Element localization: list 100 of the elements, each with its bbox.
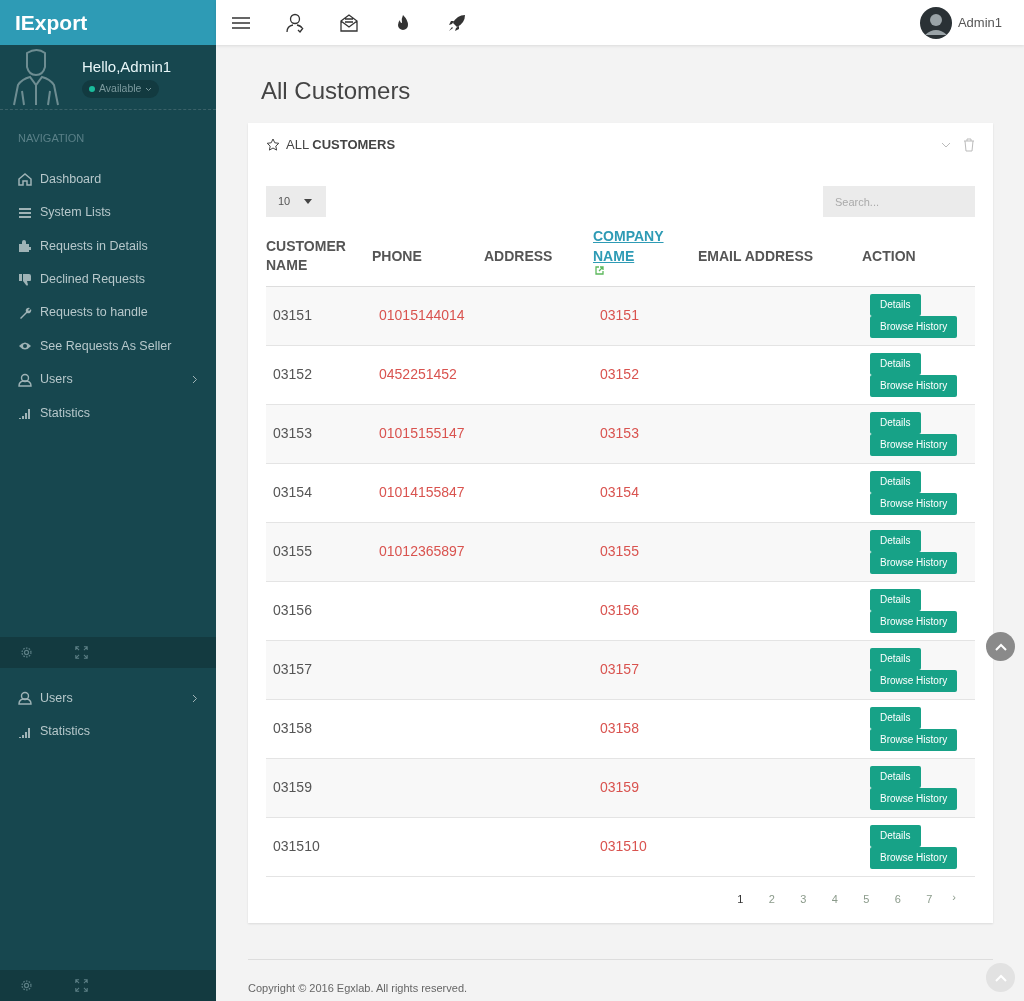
details-button[interactable]: Details: [870, 529, 921, 552]
wrench-icon: [18, 305, 32, 320]
table-cell: 01015144014: [379, 307, 465, 324]
nav-item[interactable]: System Lists: [0, 195, 216, 230]
page-link[interactable]: 5: [850, 890, 882, 908]
chevron-up-icon: [994, 642, 1007, 651]
table-cell: 01015155147: [379, 425, 465, 442]
nav-item[interactable]: See Requests As Seller: [0, 329, 216, 363]
page-title: All Customers: [260, 76, 412, 106]
column-header[interactable]: CUSTOMER NAME: [266, 236, 372, 276]
user-avatar-icon: [12, 47, 62, 107]
scroll-top-button[interactable]: [986, 632, 1015, 661]
browse-history-button[interactable]: Browse History: [870, 846, 958, 869]
nav-item[interactable]: Users: [0, 362, 216, 397]
puzzle-icon: [18, 238, 32, 253]
details-button[interactable]: Details: [870, 411, 921, 434]
search-field[interactable]: Search...: [823, 186, 975, 217]
column-header[interactable]: ADDRESS: [484, 246, 553, 267]
table-cell: 01012365897: [379, 543, 465, 560]
thumbs-down-icon: [18, 272, 32, 287]
user-icon: [18, 691, 32, 706]
external-link-icon: [595, 266, 604, 276]
status-dropdown[interactable]: Available: [82, 80, 160, 99]
browse-history-button[interactable]: Browse History: [870, 669, 958, 692]
table-cell: 03157: [600, 661, 639, 678]
sort-link[interactable]: COMPANY NAME: [593, 227, 698, 267]
details-button[interactable]: Details: [870, 824, 921, 847]
user-check-icon[interactable]: [285, 12, 305, 33]
table-cell: 03155: [273, 543, 312, 560]
browse-history-button[interactable]: Browse History: [870, 433, 958, 456]
collapse-icon[interactable]: [941, 142, 951, 148]
table-cell: 03153: [600, 425, 639, 442]
page-link[interactable]: 3: [787, 890, 819, 908]
browse-history-button[interactable]: Browse History: [870, 492, 958, 515]
table-cell: 03155: [600, 543, 639, 560]
fullscreen-icon[interactable]: [75, 979, 88, 992]
page-link[interactable]: 7: [913, 890, 945, 908]
page-link[interactable]: 2: [756, 890, 788, 908]
column-header[interactable]: ACTION: [862, 246, 916, 267]
details-button[interactable]: Details: [870, 706, 921, 729]
user-name[interactable]: Admin1: [957, 12, 1002, 33]
envelope-icon[interactable]: [339, 12, 359, 33]
chevron-up-icon: [994, 973, 1007, 982]
page-size-select[interactable]: 10: [266, 186, 326, 217]
nav-item[interactable]: Requests in Details: [0, 229, 216, 263]
caret-icon: [145, 86, 153, 92]
table-cell: 03152: [273, 366, 312, 383]
nav-item[interactable]: Requests to handle: [0, 296, 216, 330]
settings-icon[interactable]: [20, 645, 33, 659]
table-cell: 0452251452: [379, 366, 457, 383]
page-link[interactable]: 1: [724, 890, 756, 908]
page-link[interactable]: 6: [882, 890, 914, 908]
browse-history-button[interactable]: Browse History: [870, 551, 958, 574]
nav-item[interactable]: Declined Requests: [0, 262, 216, 297]
table-cell: 031510: [600, 838, 647, 855]
details-button[interactable]: Details: [870, 470, 921, 493]
browse-history-button[interactable]: Browse History: [870, 610, 958, 633]
table-cell: 03156: [273, 602, 312, 619]
nav-item[interactable]: Users: [0, 681, 216, 715]
table-cell: 031510: [273, 838, 320, 855]
details-button[interactable]: Details: [870, 293, 921, 316]
copyright-text: Copyright © 2016 Egxlab. All rights reserved.: [248, 982, 468, 995]
table-cell: 03153: [273, 425, 312, 442]
column-header[interactable]: EMAIL ADDRESS: [698, 246, 814, 267]
caret-icon: [304, 199, 313, 204]
avatar-icon[interactable]: [919, 6, 952, 39]
browse-history-button[interactable]: Browse History: [870, 787, 958, 810]
home-icon: [18, 172, 32, 187]
table-cell: 03157: [273, 661, 312, 678]
column-header[interactable]: PHONE: [372, 246, 422, 267]
star-icon: [266, 138, 280, 152]
table-cell: 03154: [600, 484, 639, 501]
page-link[interactable]: 4: [819, 890, 851, 908]
trash-icon[interactable]: [963, 138, 975, 152]
table-cell: 03158: [600, 720, 639, 737]
table-cell: 03159: [600, 779, 639, 796]
next-page-link[interactable]: ›: [945, 887, 963, 908]
fullscreen-icon[interactable]: [75, 645, 88, 659]
table-cell: 03152: [600, 366, 639, 383]
card-title: ALL CUSTOMERS: [286, 136, 396, 155]
browse-history-button[interactable]: Browse History: [870, 374, 958, 397]
user-icon: [18, 372, 32, 387]
details-button[interactable]: Details: [870, 647, 921, 670]
table-cell: 03158: [273, 720, 312, 737]
browse-history-button[interactable]: Browse History: [870, 728, 958, 751]
table-cell: 03154: [273, 484, 312, 501]
nav-item[interactable]: Dashboard: [0, 162, 216, 196]
table-cell: 03151: [273, 307, 312, 324]
rocket-icon[interactable]: [447, 12, 467, 33]
table-cell: 03159: [273, 779, 312, 796]
nav-item[interactable]: Statistics: [0, 715, 216, 749]
details-button[interactable]: Details: [870, 352, 921, 375]
details-button[interactable]: Details: [870, 588, 921, 611]
greeting-text: Hello,Admin1: [82, 56, 172, 77]
settings-icon[interactable]: [20, 979, 33, 992]
details-button[interactable]: Details: [870, 765, 921, 788]
browse-history-button[interactable]: Browse History: [870, 315, 958, 338]
list-icon: [18, 205, 32, 220]
nav-item[interactable]: Statistics: [0, 396, 216, 430]
table-cell: 03151: [600, 307, 639, 324]
